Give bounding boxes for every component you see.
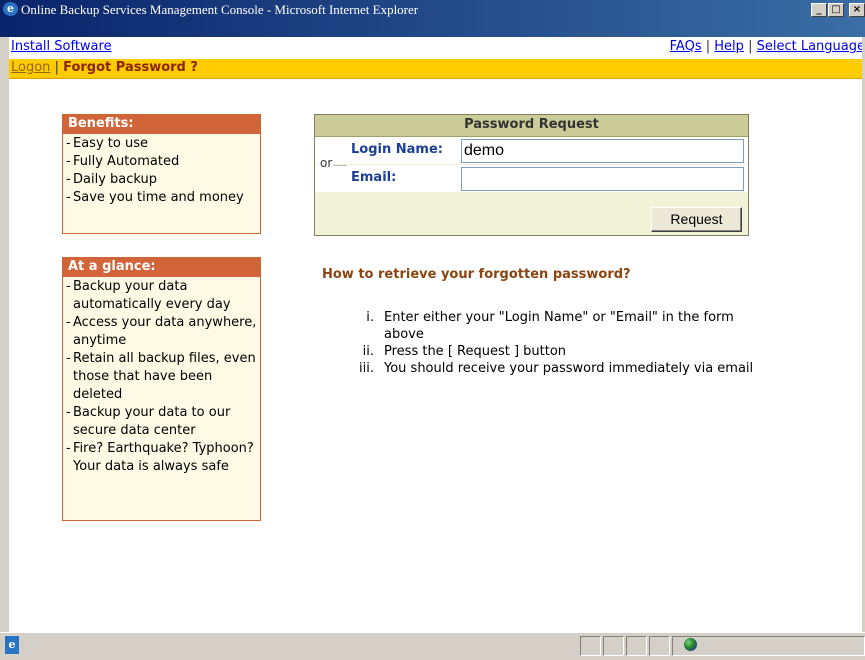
list-item: Fully Automated [66, 153, 257, 171]
benefits-title: Benefits: [63, 115, 260, 134]
list-item: Easy to use [66, 135, 257, 153]
email-input[interactable] [461, 167, 744, 191]
or-label: or [320, 156, 333, 170]
request-button[interactable]: Request [651, 207, 742, 232]
login-name-label: Login Name: [351, 142, 443, 157]
status-cell [649, 636, 670, 656]
window-titlebar: e Online Backup Services Management Cons… [0, 0, 865, 37]
list-item: i. Enter either your "Login Name" or "Em… [322, 309, 764, 343]
help-link[interactable]: Help [714, 39, 744, 54]
status-bar: e [0, 632, 865, 660]
list-item: Save you time and money [66, 189, 257, 207]
list-item: ii. Press the [ Request ] button [322, 343, 764, 360]
step-text: Press the [ Request ] button [384, 344, 567, 359]
status-cell [626, 636, 647, 656]
at-a-glance-box: At a glance: Backup your data automatica… [62, 257, 261, 521]
list-item: Backup your data to our secure data cent… [66, 404, 257, 440]
page-icon: e [5, 636, 19, 654]
step-text: Enter either your "Login Name" or "Email… [384, 310, 734, 342]
login-row: Login Name: [315, 137, 748, 164]
step-text: You should receive your password immedia… [384, 361, 754, 376]
window-title: Online Backup Services Management Consol… [21, 2, 419, 17]
list-item: Fire? Earthquake? Typhoon? Your data is … [66, 440, 257, 476]
glance-title: At a glance: [63, 258, 260, 277]
list-item: Backup your data automatically every day [66, 278, 257, 314]
zone-cell [672, 636, 865, 656]
ie-icon: e [3, 2, 18, 16]
email-row: Email: [315, 165, 748, 192]
separator: | [748, 39, 753, 54]
sub-nav: Logon | Forgot Password ? [9, 59, 865, 79]
howto-title: How to retrieve your forgotten password? [322, 267, 631, 282]
separator: | [705, 39, 711, 54]
list-item: Retain all backup files, even those that… [66, 350, 257, 404]
email-label: Email: [351, 170, 397, 185]
install-software-link[interactable]: Install Software [11, 39, 112, 54]
list-item: Daily backup [66, 171, 257, 189]
list-item: iii. You should receive your password im… [322, 360, 764, 377]
step-number: ii. [362, 344, 374, 359]
howto-steps: i. Enter either your "Login Name" or "Em… [322, 309, 764, 377]
step-number: iii. [359, 361, 374, 376]
glance-list: Backup your data automatically every day… [63, 277, 260, 478]
password-request-form: Password Request Login Name: Email: or R… [314, 114, 749, 236]
list-item: Access your data anywhere, anytime [66, 314, 257, 350]
page-content: Install Software FAQs | Help | Select La… [9, 37, 865, 632]
top-nav: Install Software FAQs | Help | Select La… [9, 37, 865, 59]
minimize-icon[interactable]: _ [811, 3, 827, 17]
select-language-link[interactable]: Select Language [757, 39, 865, 54]
login-name-input[interactable] [461, 139, 744, 163]
separator: | [54, 60, 59, 75]
close-icon[interactable]: × [849, 3, 865, 17]
logon-link[interactable]: Logon [11, 60, 50, 75]
password-request-title: Password Request [315, 115, 748, 137]
benefits-list: Easy to use Fully Automated Daily backup… [63, 134, 260, 209]
faqs-link[interactable]: FAQs [670, 39, 702, 54]
benefits-box: Benefits: Easy to use Fully Automated Da… [62, 114, 261, 234]
maximize-icon[interactable]: □ [828, 3, 844, 17]
current-page-label: Forgot Password ? [63, 60, 198, 75]
status-cell [580, 636, 601, 656]
internet-globe-icon [684, 638, 697, 651]
status-cell [603, 636, 624, 656]
or-divider [333, 165, 347, 166]
step-number: i. [366, 310, 374, 325]
top-nav-right: FAQs | Help | Select Language [670, 39, 865, 54]
